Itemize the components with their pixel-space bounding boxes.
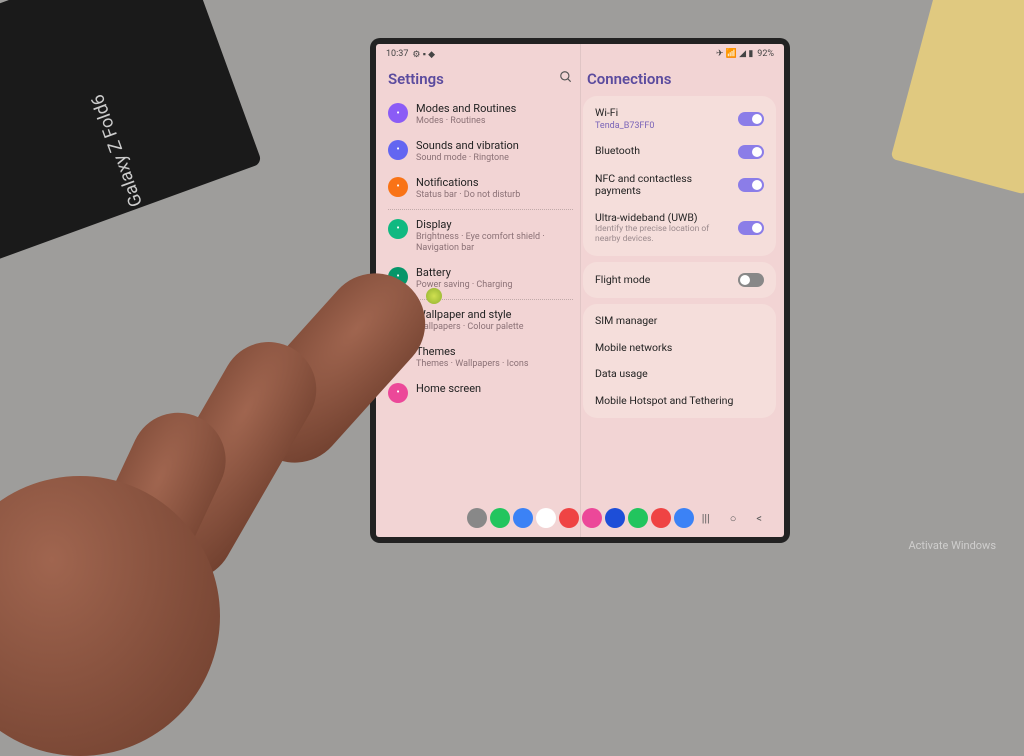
connection-item-title: Flight mode (595, 274, 730, 287)
connection-item-mobile-hotspot-and-tethering[interactable]: Mobile Hotspot and Tethering (583, 388, 776, 415)
connections-group: Flight mode (583, 262, 776, 298)
connection-item-title: Ultra-wideband (UWB) (595, 212, 730, 225)
settings-item-subtitle: Modes · Routines (416, 116, 573, 127)
settings-item-subtitle: Power saving · Charging (416, 280, 573, 291)
connection-item-title: Mobile networks (595, 342, 764, 355)
connection-item-title: Mobile Hotspot and Tethering (595, 395, 764, 408)
connections-title: Connections (587, 70, 671, 88)
connection-item-title: Bluetooth (595, 145, 730, 158)
settings-item-home-screen[interactable]: • Home screen (384, 376, 577, 409)
settings-item-title: Home screen (416, 382, 573, 395)
settings-item-title: Modes and Routines (416, 102, 573, 115)
toggle-wi-fi[interactable] (738, 112, 764, 126)
settings-item-icon: • (388, 309, 408, 329)
toggle-ultra-wideband-uwb-[interactable] (738, 221, 764, 235)
connection-item-subtitle: Tenda_B73FF0 (595, 121, 730, 131)
dock-app-3[interactable] (536, 508, 556, 528)
divider (388, 209, 573, 210)
connections-group: Wi-FiTenda_B73FF0 Bluetooth NFC and contac… (583, 96, 776, 256)
settings-item-subtitle: Sound mode · Ringtone (416, 153, 573, 164)
dock-app-7[interactable] (628, 508, 648, 528)
connection-item-ultra-wideband-uwb-[interactable]: Ultra-wideband (UWB)Identify the precise… (583, 205, 776, 252)
connection-item-wi-fi[interactable]: Wi-FiTenda_B73FF0 (583, 100, 776, 138)
status-icons-right: ✈ 📶 ◢ ▮ (716, 49, 753, 59)
status-time: 10:37 (386, 49, 408, 59)
dock-app-0[interactable] (467, 508, 487, 528)
windows-watermark: Activate Windows (908, 539, 996, 552)
settings-list-pane: Settings • Modes and RoutinesModes · Rout… (384, 64, 577, 497)
settings-item-subtitle: Themes · Wallpapers · Icons (416, 359, 573, 370)
fold-crease (580, 44, 581, 537)
settings-item-title: Themes (416, 345, 573, 358)
search-icon[interactable] (559, 70, 573, 88)
product-box (0, 0, 262, 262)
connection-item-mobile-networks[interactable]: Mobile networks (583, 335, 776, 362)
toggle-nfc-and-contactless-payments[interactable] (738, 178, 764, 192)
settings-item-themes[interactable]: • ThemesThemes · Wallpapers · Icons (384, 339, 577, 376)
connection-item-title: Data usage (595, 368, 764, 381)
connection-item-desc: Identify the precise location of nearby … (595, 225, 730, 245)
settings-item-title: Display (416, 218, 573, 231)
dock-app-1[interactable] (490, 508, 510, 528)
dock-app-4[interactable] (559, 508, 579, 528)
nav-home[interactable]: ○ (730, 512, 737, 525)
settings-item-subtitle: Brightness · Eye comfort shield · Naviga… (416, 232, 573, 254)
settings-item-sounds-and-vibration[interactable]: • Sounds and vibrationSound mode · Ringto… (384, 133, 577, 170)
nav-recents[interactable]: ||| (702, 512, 710, 525)
status-icons-left: ⚙ ▪ ◆ (412, 49, 435, 60)
settings-item-icon: • (388, 267, 408, 287)
connection-item-title: SIM manager (595, 315, 764, 328)
settings-item-title: Battery (416, 266, 573, 279)
dock-app-9[interactable] (674, 508, 694, 528)
nav-back[interactable]: < (756, 512, 762, 525)
settings-item-icon: • (388, 177, 408, 197)
divider (388, 299, 573, 300)
settings-item-icon: • (388, 346, 408, 366)
settings-title: Settings (388, 70, 444, 88)
connections-group: SIM manager Mobile networks Data usage Mobi… (583, 304, 776, 418)
settings-item-modes-and-routines[interactable]: • Modes and RoutinesModes · Routines (384, 96, 577, 133)
touch-indicator (426, 288, 442, 304)
dock-app-6[interactable] (605, 508, 625, 528)
dock-app-2[interactable] (513, 508, 533, 528)
settings-item-notifications[interactable]: • NotificationsStatus bar · Do not distur… (384, 170, 577, 207)
connection-item-sim-manager[interactable]: SIM manager (583, 308, 776, 335)
navigation-bar: ||| ○ < (376, 499, 784, 537)
settings-item-display[interactable]: • DisplayBrightness · Eye comfort shield … (384, 212, 577, 260)
settings-item-battery[interactable]: • BatteryPower saving · Charging (384, 260, 577, 297)
connection-item-title: Wi-Fi (595, 107, 730, 120)
settings-item-icon: • (388, 383, 408, 403)
connection-item-data-usage[interactable]: Data usage (583, 361, 776, 388)
settings-item-icon: • (388, 103, 408, 123)
settings-item-icon: • (388, 219, 408, 239)
settings-item-subtitle: Status bar · Do not disturb (416, 190, 573, 201)
connections-pane: Connections Wi-FiTenda_B73FF0 Bluetooth NF… (583, 64, 776, 497)
dock-app-8[interactable] (651, 508, 671, 528)
status-battery: 92% (757, 49, 774, 59)
app-dock (467, 508, 694, 528)
settings-item-wallpaper-and-style[interactable]: • Wallpaper and styleWallpapers · Colour … (384, 302, 577, 339)
settings-item-title: Wallpaper and style (416, 308, 573, 321)
connection-item-title: NFC and contactless payments (595, 173, 730, 198)
dock-app-5[interactable] (582, 508, 602, 528)
connection-item-bluetooth[interactable]: Bluetooth (583, 138, 776, 166)
toggle-flight-mode[interactable] (738, 273, 764, 287)
toggle-bluetooth[interactable] (738, 145, 764, 159)
settings-item-title: Sounds and vibration (416, 139, 573, 152)
settings-item-title: Notifications (416, 176, 573, 189)
connection-item-flight-mode[interactable]: Flight mode (583, 266, 776, 294)
connection-item-nfc-and-contactless-payments[interactable]: NFC and contactless payments (583, 166, 776, 205)
wood-block (891, 0, 1024, 195)
settings-item-icon: • (388, 140, 408, 160)
settings-item-subtitle: Wallpapers · Colour palette (416, 322, 573, 333)
hand-overlay (0, 216, 400, 576)
